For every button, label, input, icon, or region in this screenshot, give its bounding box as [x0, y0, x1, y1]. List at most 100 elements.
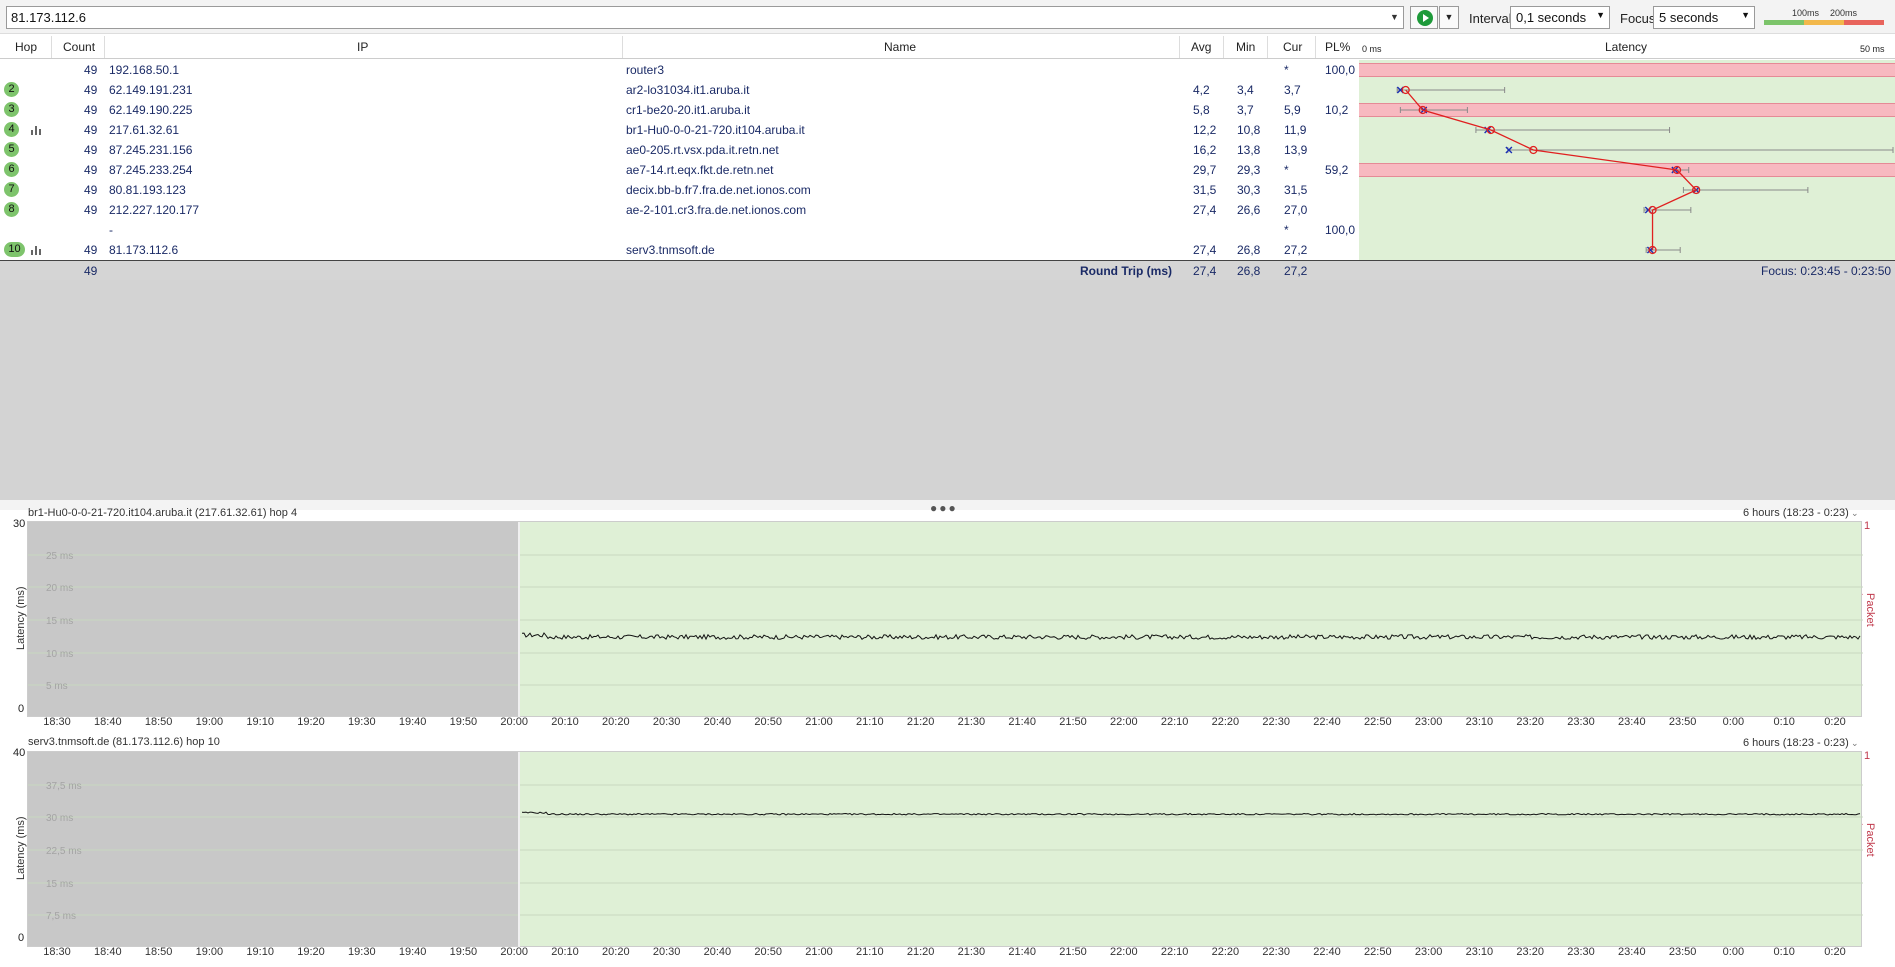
x-tick-label: 22:00 — [1110, 946, 1138, 958]
x-tick-label: 21:40 — [1008, 946, 1036, 958]
table-row[interactable]: 4 49 217.61.32.61 br1-Hu0-0-0-21-720.it104.… — [0, 120, 1359, 140]
start-trace-button[interactable] — [1410, 6, 1438, 29]
cell-avg: 12,2 — [1193, 123, 1217, 137]
x-tick-label: 22:40 — [1313, 716, 1341, 728]
table-row[interactable]: - * 100,0 — [0, 220, 1359, 240]
cell-avg: 31,5 — [1193, 183, 1217, 197]
cell-min: 10,8 — [1237, 123, 1261, 137]
x-tick-label: 23:10 — [1465, 716, 1494, 728]
cell-ip: 217.61.32.61 — [109, 123, 180, 137]
table-row[interactable]: 6 49 87.245.233.254 ae7-14.rt.eqx.fkt.de.re… — [0, 160, 1359, 180]
cell-pl: 59,2 — [1325, 163, 1349, 177]
table-row[interactable]: 5 49 87.245.231.156 ae0-205.rt.vsx.pda.it.r… — [0, 140, 1359, 160]
cell-avg: 27,4 — [1193, 243, 1217, 257]
graph2-plot[interactable]: 37,5 ms 30 ms 22,5 ms 15 ms 7,5 ms — [27, 751, 1863, 948]
graph2-ymax: 40 — [13, 747, 26, 759]
x-tick-label: 21:10 — [856, 716, 884, 728]
graph-shown-icon[interactable] — [31, 126, 43, 135]
x-tick-label: 21:50 — [1059, 946, 1087, 958]
legend-orange-bar — [1804, 20, 1844, 25]
col-cur[interactable]: Cur — [1283, 40, 1302, 54]
x-tick-label: 19:30 — [348, 946, 376, 958]
x-tick-label: 20:40 — [703, 946, 732, 958]
cell-name: br1-Hu0-0-0-21-720.it104.aruba.it — [626, 123, 805, 137]
col-min[interactable]: Min — [1236, 40, 1255, 54]
col-avg[interactable]: Avg — [1191, 40, 1211, 54]
chevron-down-icon[interactable]: ⌄ — [1851, 738, 1859, 749]
col-pl[interactable]: PL% — [1325, 40, 1350, 54]
hop-number-badge: 5 — [4, 142, 19, 157]
x-tick-label: 19:40 — [398, 946, 427, 958]
x-tick-label: 20:00 — [500, 946, 528, 958]
cell-avg: 16,2 — [1193, 143, 1217, 157]
table-row[interactable]: 10 49 81.173.112.6 serv3.tnmsoft.de 27,4 26,8… — [0, 240, 1359, 260]
chevron-down-icon[interactable]: ⌄ — [1851, 508, 1859, 519]
cell-ip: 87.245.233.254 — [109, 163, 193, 177]
table-row[interactable]: 7 49 80.81.193.123 decix.bb-b.fr7.fra.de.ne… — [0, 180, 1359, 200]
x-tick-label: 19:50 — [449, 716, 478, 728]
interval-select[interactable]: 0,1 seconds ▼ — [1510, 6, 1610, 29]
interval-label: Interval — [1469, 11, 1512, 26]
graph-grid-label: 15 ms — [46, 616, 73, 627]
cell-cur: * — [1284, 223, 1289, 237]
graph1-ymin: 0 — [18, 703, 25, 715]
col-latency[interactable]: Latency — [1605, 40, 1647, 54]
legend-red-bar — [1844, 20, 1884, 25]
start-options-dropdown-icon[interactable]: ▼ — [1439, 6, 1459, 29]
x-tick-label: 20:50 — [754, 946, 782, 958]
graph1-range[interactable]: 6 hours (18:23 - 0:23) — [1743, 507, 1849, 519]
table-row[interactable]: 49 192.168.50.1 router3 * 100,0 — [0, 60, 1359, 80]
latency-max-label: 50 ms — [1860, 44, 1885, 54]
cell-name: ae7-14.rt.eqx.fkt.de.retn.net — [626, 163, 774, 177]
cell-count: 49 — [84, 123, 98, 137]
x-tick-label: 18:50 — [144, 716, 173, 728]
graph-grid-label: 7,5 ms — [46, 911, 76, 922]
cell-cur: 27,2 — [1284, 243, 1308, 257]
cell-cur: 27,0 — [1284, 203, 1308, 217]
x-tick-label: 21:30 — [957, 716, 986, 728]
cell-count: 49 — [84, 203, 98, 217]
graph-grid-label: 30 ms — [46, 813, 73, 824]
x-tick-label: 20:20 — [602, 946, 630, 958]
x-tick-label: 18:30 — [43, 946, 71, 958]
graph2-range[interactable]: 6 hours (18:23 - 0:23) — [1743, 737, 1849, 749]
x-tick-label: 21:10 — [856, 946, 884, 958]
x-tick-label: 23:40 — [1618, 946, 1646, 958]
target-dropdown-chevron-icon[interactable]: ▼ — [1386, 7, 1403, 28]
col-hop[interactable]: Hop — [15, 40, 37, 54]
table-row[interactable]: 8 49 212.227.120.177 ae-2-101.cr3.fra.de.ne… — [0, 200, 1359, 220]
cell-min: 29,3 — [1237, 163, 1261, 177]
x-tick-label: 19:10 — [246, 716, 274, 728]
drag-dots-icon: ●●● — [930, 501, 958, 515]
cell-cur: * — [1284, 63, 1289, 77]
graph1-ymax: 30 — [13, 518, 26, 530]
rt-count: 49 — [84, 264, 98, 278]
focus-select[interactable]: 5 seconds ▼ — [1653, 6, 1755, 29]
col-name[interactable]: Name — [884, 40, 916, 54]
x-tick-label: 23:50 — [1668, 946, 1697, 958]
x-tick-label: 18:40 — [94, 946, 122, 958]
cell-count: 49 — [84, 163, 98, 177]
cell-count: 49 — [84, 243, 98, 257]
graph-grid-label: 25 ms — [46, 551, 73, 562]
cell-name: ar2-lo31034.it1.aruba.it — [626, 83, 750, 97]
x-tick-label: 0:20 — [1824, 716, 1846, 728]
table-row[interactable]: 3 49 62.149.190.225 cr1-be20-20.it1.aruba.i… — [0, 100, 1359, 120]
col-count[interactable]: Count — [63, 40, 95, 54]
latency-chart-area — [1359, 60, 1895, 260]
cell-name: serv3.tnmsoft.de — [626, 243, 715, 257]
x-tick-label: 23:30 — [1567, 716, 1595, 728]
graph2-ymin: 0 — [18, 932, 25, 944]
x-tick-label: 0:10 — [1773, 946, 1795, 958]
graph1-series: 25 ms 20 ms 15 ms 10 ms 5 ms — [28, 522, 1863, 718]
target-input[interactable]: 81.173.112.6 — [6, 6, 1404, 29]
cell-cur: 13,9 — [1284, 143, 1308, 157]
table-row[interactable]: 2 49 62.149.191.231 ar2-lo31034.it1.aruba.i… — [0, 80, 1359, 100]
graph2-xaxis: 18:30 18:40 18:50 19:00 19:10 19:20 19:30 19:40… — [27, 946, 1862, 960]
graph1-plot[interactable]: 25 ms 20 ms 15 ms 10 ms 5 ms — [27, 521, 1863, 718]
rt-min: 26,8 — [1237, 264, 1261, 278]
x-tick-label: 19:40 — [398, 716, 427, 728]
col-ip[interactable]: IP — [357, 40, 368, 54]
graph2-loss-max: 1 — [1864, 750, 1871, 762]
graph-shown-icon[interactable] — [31, 246, 43, 255]
